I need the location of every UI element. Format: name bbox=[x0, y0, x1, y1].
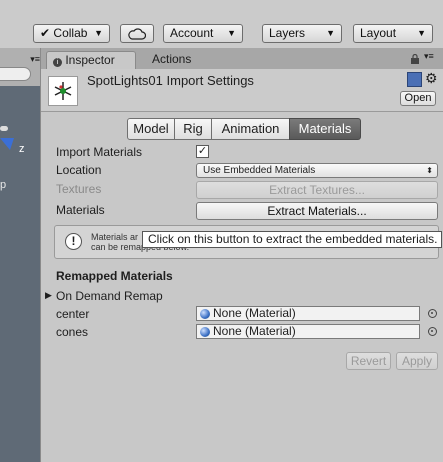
gizmo-y-icon bbox=[0, 126, 8, 131]
center-material-value: None (Material) bbox=[213, 306, 296, 320]
cloud-button[interactable] bbox=[120, 24, 154, 43]
tab-actions[interactable]: Actions bbox=[146, 51, 206, 69]
updown-arrow-icon: ⬍ bbox=[426, 166, 433, 175]
cloud-icon bbox=[128, 28, 147, 40]
check-icon: ✔ bbox=[40, 26, 51, 40]
info-icon: ! bbox=[65, 233, 82, 250]
layout-label: Layout bbox=[360, 26, 397, 40]
info-icon: i bbox=[53, 58, 62, 67]
center-label: center bbox=[56, 307, 90, 321]
panel-menu-icon[interactable]: ▾≡ bbox=[424, 51, 434, 62]
apply-button[interactable]: Apply bbox=[396, 352, 438, 370]
object-picker-icon[interactable] bbox=[428, 327, 437, 336]
import-materials-label: Import Materials bbox=[56, 145, 143, 159]
tab-materials[interactable]: Materials bbox=[289, 118, 361, 140]
center-material-field[interactable]: None (Material) bbox=[196, 306, 420, 321]
cones-material-field[interactable]: None (Material) bbox=[196, 324, 420, 339]
on-demand-remap-foldout[interactable]: On Demand Remap bbox=[56, 289, 163, 303]
layers-dropdown[interactable]: Layers ▼ bbox=[262, 24, 342, 43]
help-book-icon[interactable] bbox=[407, 72, 422, 87]
tab-inspector[interactable]: i Inspector bbox=[46, 51, 136, 69]
tab-bar: i Inspector Actions ▾≡ bbox=[41, 48, 443, 70]
account-label: Account bbox=[170, 26, 214, 40]
tab-rig[interactable]: Rig bbox=[174, 118, 212, 140]
tab-animation[interactable]: Animation bbox=[211, 118, 290, 140]
gizmo-z-icon bbox=[0, 138, 14, 150]
textures-label: Textures bbox=[56, 182, 102, 196]
tooltip: Click on this button to extract the embe… bbox=[142, 231, 442, 248]
collab-label: Collab bbox=[53, 26, 88, 40]
location-value: Use Embedded Materials bbox=[203, 165, 316, 176]
location-label: Location bbox=[56, 163, 102, 177]
extract-materials-button[interactable]: Extract Materials... bbox=[196, 202, 438, 220]
gear-icon[interactable]: ⚙ bbox=[425, 71, 438, 85]
tab-model[interactable]: Model bbox=[127, 118, 175, 140]
toolbar: ✔ Collab ▼ Account ▼ Layers ▼ Layout ▼ bbox=[0, 0, 443, 48]
cones-label: cones bbox=[56, 325, 89, 339]
materials-label: Materials bbox=[56, 203, 105, 217]
tab-inspector-label: Inspector bbox=[65, 53, 115, 67]
material-icon bbox=[200, 327, 210, 337]
page-title: SpotLights01 Import Settings bbox=[87, 73, 254, 88]
revert-button[interactable]: Revert bbox=[346, 352, 391, 370]
extract-textures-button[interactable]: Extract Textures... bbox=[196, 181, 438, 199]
dropdown-arrow-icon: ▼ bbox=[94, 28, 103, 38]
dropdown-arrow-icon: ▼ bbox=[326, 28, 335, 38]
account-dropdown[interactable]: Account ▼ bbox=[163, 24, 243, 43]
search-input[interactable] bbox=[0, 67, 31, 81]
object-picker-icon[interactable] bbox=[428, 309, 437, 318]
tab-actions-label: Actions bbox=[152, 52, 192, 66]
axis-z-label: z bbox=[19, 143, 25, 155]
cones-material-value: None (Material) bbox=[213, 324, 296, 338]
collab-dropdown[interactable]: ✔ Collab ▼ bbox=[33, 24, 110, 43]
scene-partial-label: p bbox=[0, 179, 7, 191]
location-dropdown[interactable]: Use Embedded Materials ⬍ bbox=[196, 163, 438, 178]
layers-label: Layers bbox=[269, 26, 306, 40]
panel-menu-icon[interactable]: ▾≡ bbox=[0, 54, 40, 64]
spotlight-asset-icon bbox=[48, 76, 78, 106]
remapped-materials-heading: Remapped Materials bbox=[56, 269, 173, 283]
dropdown-arrow-icon: ▼ bbox=[227, 28, 236, 38]
material-icon bbox=[200, 309, 210, 319]
import-materials-checkbox[interactable]: ✓ bbox=[196, 145, 209, 158]
open-button[interactable]: Open bbox=[400, 91, 436, 106]
lock-icon[interactable] bbox=[410, 53, 420, 64]
foldout-arrow-icon[interactable]: ▶ bbox=[45, 290, 52, 301]
dropdown-arrow-icon: ▼ bbox=[417, 28, 426, 38]
layout-dropdown[interactable]: Layout ▼ bbox=[353, 24, 433, 43]
